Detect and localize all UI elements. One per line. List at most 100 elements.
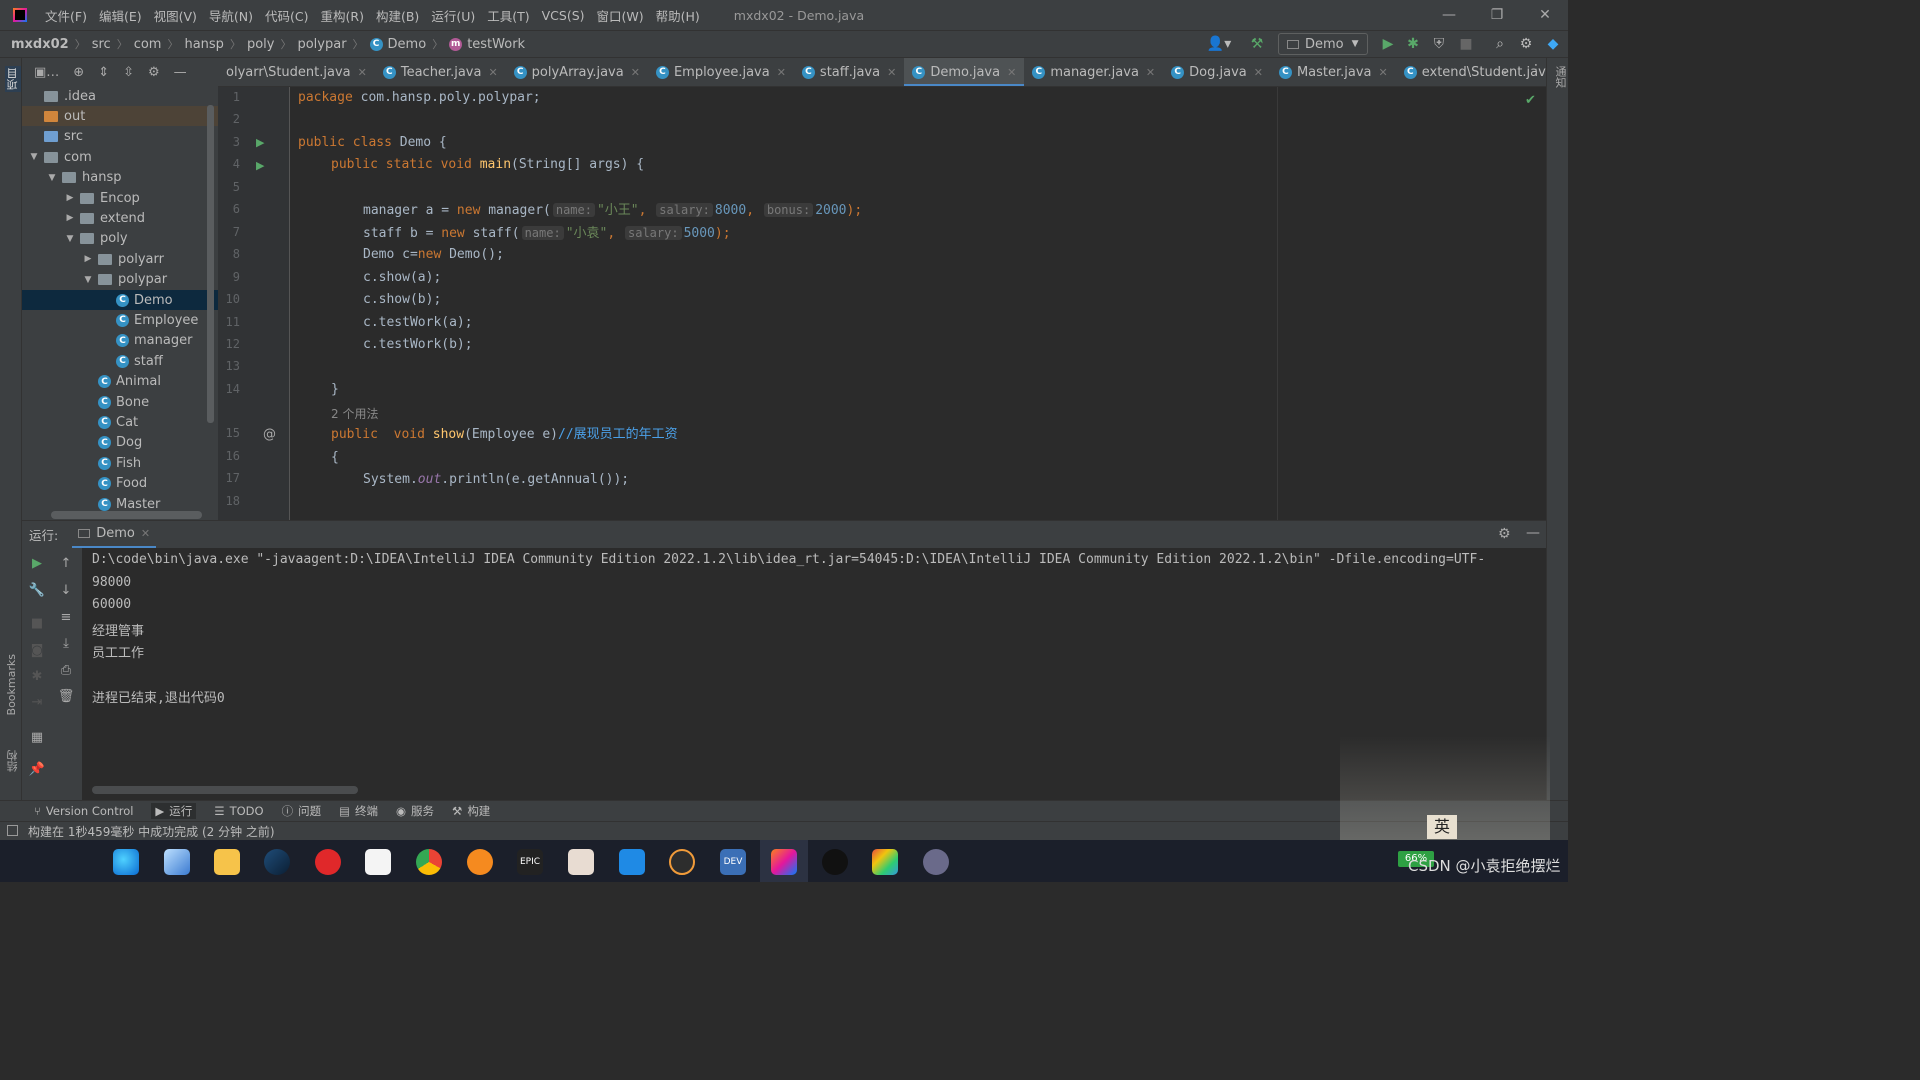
tree-item-polyarr[interactable]: ▶ polyarr (22, 249, 218, 269)
print-icon[interactable]: ⎙ (56, 663, 76, 678)
scroll-to-end-icon[interactable]: ⤓ (56, 636, 76, 651)
more-options-icon[interactable]: ⋮ (1529, 62, 1543, 78)
close-tab-icon[interactable]: ✕ (1379, 66, 1388, 79)
console-horizontal-scrollbar[interactable] (92, 786, 358, 794)
breadcrumb-com[interactable]: com (134, 37, 162, 52)
run-config-select[interactable]: Demo ▼ (1278, 33, 1368, 55)
restore-button[interactable]: ❐ (1474, 0, 1520, 30)
menu-code[interactable]: 代码(C) (265, 6, 308, 25)
tree-item-polypar[interactable]: ▼ polypar (22, 270, 218, 290)
breadcrumb-polypar[interactable]: polypar (297, 37, 346, 52)
expand-chevron-icon[interactable]: ▶ (64, 213, 76, 223)
tree-item-extend[interactable]: ▶ extend (22, 208, 218, 228)
netease-music-icon[interactable] (315, 849, 341, 875)
collapse-all-icon[interactable]: ⇳ (123, 65, 134, 80)
chrome-icon[interactable] (416, 849, 442, 875)
breadcrumb-testwork[interactable]: testWork (467, 37, 525, 52)
app-g-icon[interactable] (669, 849, 695, 875)
tree-scrollbar[interactable] (207, 105, 214, 423)
search-app-icon[interactable] (467, 849, 493, 875)
run-tab-demo[interactable]: Demo ✕ (72, 521, 157, 549)
editor-tab[interactable]: C Demo.java ✕ (904, 58, 1025, 86)
options-gear-icon[interactable]: ⚙ (148, 65, 160, 80)
editor-tab[interactable]: olyarr\Student.java ✕ (218, 58, 375, 86)
menu-run[interactable]: 运行(U) (431, 6, 475, 25)
breadcrumb-poly[interactable]: poly (247, 37, 275, 52)
edit-config-wrench-icon[interactable]: 🔧 (27, 583, 47, 598)
project-view-icon[interactable]: ▣… (34, 65, 59, 80)
tree-item-cat[interactable]: C Cat (22, 412, 218, 432)
tool-window-todo[interactable]: ☰ TODO (214, 804, 263, 818)
tool-window-build[interactable]: ⚒ 构建 (452, 803, 490, 819)
tree-item-employee[interactable]: C Employee (22, 310, 218, 330)
expand-chevron-icon[interactable]: ▼ (46, 173, 58, 183)
run-console-output[interactable]: D:\code\bin\java.exe "-javaagent:D:\IDEA… (82, 548, 1546, 800)
close-tab-icon[interactable]: ✕ (631, 66, 640, 79)
close-tab-icon[interactable]: ✕ (488, 66, 497, 79)
editor-tab[interactable]: C Master.java ✕ (1271, 58, 1396, 86)
tool-window-services[interactable]: ◉ 服务 (396, 803, 434, 819)
tree-horizontal-scrollbar[interactable] (51, 511, 202, 519)
editor-tab[interactable]: C Teacher.java ✕ (375, 58, 506, 86)
tool-window-version-control[interactable]: ⑂ Version Control (34, 804, 133, 818)
tool-window-run[interactable]: ▶ 运行 (151, 803, 197, 819)
tool-window-problems[interactable]: ⓘ 问题 (282, 803, 322, 819)
exit-icon[interactable]: ⇥ (27, 695, 47, 710)
close-tab-icon[interactable]: ✕ (1007, 66, 1016, 79)
run-icon[interactable]: ▶ (1378, 34, 1398, 54)
tree-item-out[interactable]: out (22, 106, 218, 127)
breadcrumb-src[interactable]: src (92, 37, 111, 52)
rerun-icon[interactable]: ▶ (27, 556, 47, 571)
tree-item-src[interactable]: src (22, 127, 218, 147)
breadcrumb-project[interactable]: mxdx02 (11, 37, 69, 52)
layout-icon[interactable]: ▦ (27, 730, 47, 745)
menu-file[interactable]: 文件(F) (45, 6, 87, 25)
menu-view[interactable]: 视图(V) (154, 6, 197, 25)
user-icon[interactable]: 👤▾ (1204, 34, 1234, 54)
tree-item-encop[interactable]: ▶ Encop (22, 188, 218, 208)
bookmarks-tool-tab[interactable]: Bookmarks (5, 654, 18, 715)
tree-item-dog[interactable]: C Dog (22, 433, 218, 453)
steam-icon[interactable] (264, 849, 290, 875)
hide-icon[interactable]: — (174, 65, 187, 80)
editor-tab[interactable]: Cextend\Student.java✕ (1396, 58, 1546, 86)
game-app-icon[interactable] (568, 849, 594, 875)
override-gutter-icon[interactable]: @ (263, 427, 276, 442)
color-app-icon[interactable] (872, 849, 898, 875)
thunder-icon[interactable] (365, 849, 391, 875)
expand-all-icon[interactable]: ⇕ (98, 65, 109, 80)
edge-browser-icon[interactable] (113, 849, 139, 875)
debug-bug-icon[interactable]: ✱ (27, 669, 47, 684)
editor-tab[interactable]: Cstaff.java ✕ (794, 58, 904, 86)
editor-tab[interactable]: CpolyArray.java ✕ (506, 58, 648, 86)
editor-tab[interactable]: C Employee.java ✕ (648, 58, 794, 86)
menu-navigate[interactable]: 导航(N) (209, 6, 253, 25)
editor-tab[interactable]: C Dog.java ✕ (1163, 58, 1271, 86)
expand-chevron-icon[interactable]: ▼ (28, 152, 40, 162)
soft-wrap-icon[interactable]: ≡ (56, 610, 76, 625)
pin-icon[interactable]: 📌 (27, 762, 47, 777)
expand-chevron-icon[interactable]: ▼ (82, 275, 94, 285)
file-explorer-icon[interactable] (164, 849, 190, 875)
menu-edit[interactable]: 编辑(E) (99, 6, 142, 25)
game-launcher-icon[interactable] (923, 849, 949, 875)
tree-item-demo[interactable]: C Demo (22, 290, 218, 310)
expand-chevron-icon[interactable]: ▶ (64, 193, 76, 203)
tree-item-staff[interactable]: Cstaff (22, 351, 218, 371)
close-tab-icon[interactable]: ✕ (1254, 66, 1263, 79)
project-tool-tab[interactable]: 项目 (5, 66, 21, 92)
devcpp-icon[interactable]: DEV (720, 849, 746, 875)
coverage-icon[interactable]: ⛨ (1429, 34, 1449, 54)
expand-chevron-icon[interactable]: ▼ (64, 234, 76, 244)
menu-build[interactable]: 构建(B) (376, 6, 419, 25)
menu-refactor[interactable]: 重构(R) (321, 6, 364, 25)
close-window-button[interactable]: ✕ (1522, 0, 1568, 30)
close-tab-icon[interactable]: ✕ (1146, 66, 1155, 79)
tree-item-bone[interactable]: C Bone (22, 392, 218, 412)
run-main-gutter-icon[interactable]: ▶ (256, 159, 264, 172)
tree-item-animal[interactable]: C Animal (22, 372, 218, 392)
tree-item-hansp[interactable]: ▼ hansp (22, 168, 218, 188)
notifications-tool-tab[interactable]: 通知 (1552, 66, 1568, 88)
run-hide-icon[interactable]: — (1526, 525, 1540, 541)
debug-icon[interactable]: ✱ (1403, 34, 1423, 54)
